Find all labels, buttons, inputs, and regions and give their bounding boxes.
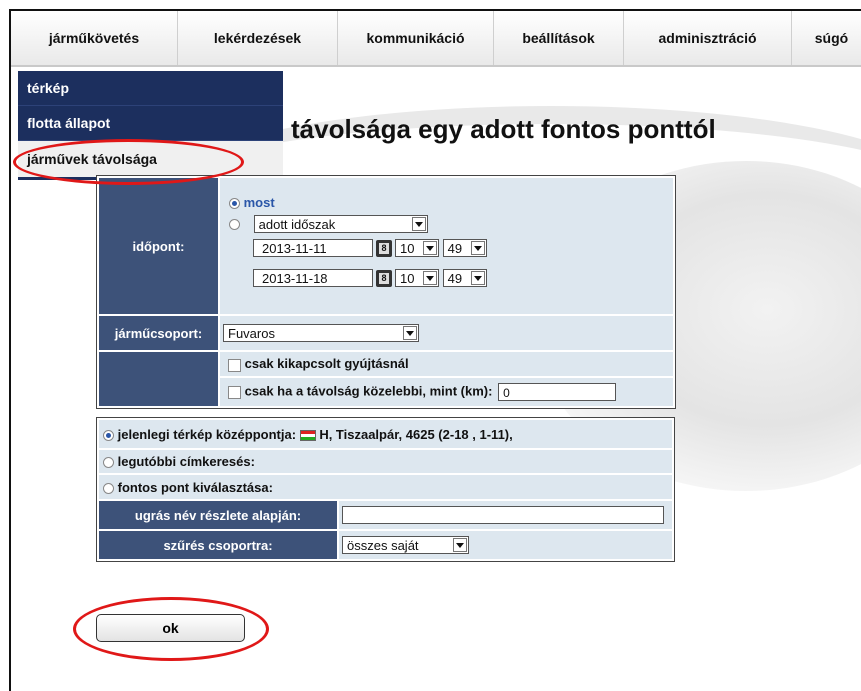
filter-label: szűrés csoportra: <box>99 531 337 559</box>
time-label: időpont: <box>99 178 218 314</box>
period-select-value: adott időszak <box>258 217 336 232</box>
map-center-label: jelenlegi térkép középpontja: <box>117 426 297 442</box>
start-minute-value: 49 <box>447 241 463 256</box>
distance-input[interactable]: 0 <box>498 383 617 401</box>
radio-map-center[interactable] <box>103 429 114 441</box>
map-center-value: H, Tiszaalpár, 4625 (2-18 , 1-11), <box>319 426 513 442</box>
jump-label: ugrás név részlete alapján: <box>99 501 337 529</box>
chevron-down-icon <box>470 271 485 285</box>
submenu-item-terkep[interactable]: térkép <box>18 71 283 106</box>
radio-period[interactable] <box>229 218 240 230</box>
page-title: távolsága egy adott fontos ponttól <box>291 114 716 144</box>
highlight-ellipse-menu <box>13 139 244 185</box>
now-label: most <box>243 195 275 210</box>
chevron-down-icon <box>470 241 485 255</box>
period-select[interactable]: adott időszak <box>253 215 428 233</box>
hungary-flag-icon <box>299 429 316 441</box>
calendar-icon[interactable] <box>376 269 392 287</box>
submenu-item-flotta-allapot[interactable]: flotta állapot <box>18 106 283 141</box>
radio-now[interactable] <box>229 198 240 210</box>
menu-tab-jarmukovetes[interactable]: járműkövetés <box>11 11 178 65</box>
end-minute-value: 49 <box>447 271 463 286</box>
chevron-down-icon <box>423 241 437 255</box>
calendar-icon[interactable] <box>376 239 392 257</box>
menu-tab-beallitasok[interactable]: beállítások <box>494 11 624 65</box>
query-form: időpont: most adott időszak 2013-11-118 … <box>96 175 676 409</box>
group-select[interactable]: Fuvaros <box>223 324 419 342</box>
filter-group-select[interactable]: összes saját <box>342 536 469 554</box>
start-minute-select[interactable]: 49 <box>442 239 487 257</box>
start-date-input[interactable]: 2013-11-11 <box>253 239 373 257</box>
menu-tab-adminisztracio[interactable]: adminisztráció <box>624 11 792 65</box>
start-hour-select[interactable]: 10 <box>395 239 439 257</box>
group-label: járműcsoport: <box>99 316 218 350</box>
chevron-down-icon <box>403 326 417 340</box>
menu-tab-kommunikacio[interactable]: kommunikáció <box>338 11 494 65</box>
end-hour-select[interactable]: 10 <box>395 269 439 287</box>
last-address-label: legutóbbi címkeresés: <box>117 454 255 469</box>
ignition-off-checkbox[interactable] <box>228 358 241 372</box>
end-minute-select[interactable]: 49 <box>442 269 487 287</box>
menu-tab-lekerdezesek[interactable]: lekérdezések <box>178 11 338 65</box>
main-menu: járműkövetés lekérdezések kommunikáció b… <box>11 11 861 67</box>
ignition-off-label: csak kikapcsolt gyújtásnál <box>244 356 409 372</box>
location-form: jelenlegi térkép középpontja: H, Tiszaal… <box>96 417 675 562</box>
chevron-down-icon <box>453 538 467 552</box>
distance-checkbox[interactable] <box>228 385 241 399</box>
chevron-down-icon <box>411 217 426 231</box>
jump-name-input[interactable] <box>342 506 664 524</box>
poi-select-label: fontos pont kiválasztása: <box>117 479 273 495</box>
start-hour-value: 10 <box>400 241 415 256</box>
highlight-ellipse-ok <box>73 597 269 661</box>
chevron-down-icon <box>423 271 437 285</box>
app-frame: járműkövetés lekérdezések kommunikáció b… <box>9 9 861 691</box>
end-date-input[interactable]: 2013-11-18 <box>253 269 373 287</box>
distance-label: csak ha a távolság közelebbi, mint (km): <box>244 383 493 399</box>
radio-last-address[interactable] <box>103 457 114 469</box>
filter-group-value: összes saját <box>347 538 419 553</box>
radio-poi-select[interactable] <box>103 482 114 494</box>
menu-tab-sugo[interactable]: súgó <box>792 11 861 65</box>
options-label <box>99 352 218 406</box>
group-select-value: Fuvaros <box>228 326 275 341</box>
end-hour-value: 10 <box>400 271 415 286</box>
